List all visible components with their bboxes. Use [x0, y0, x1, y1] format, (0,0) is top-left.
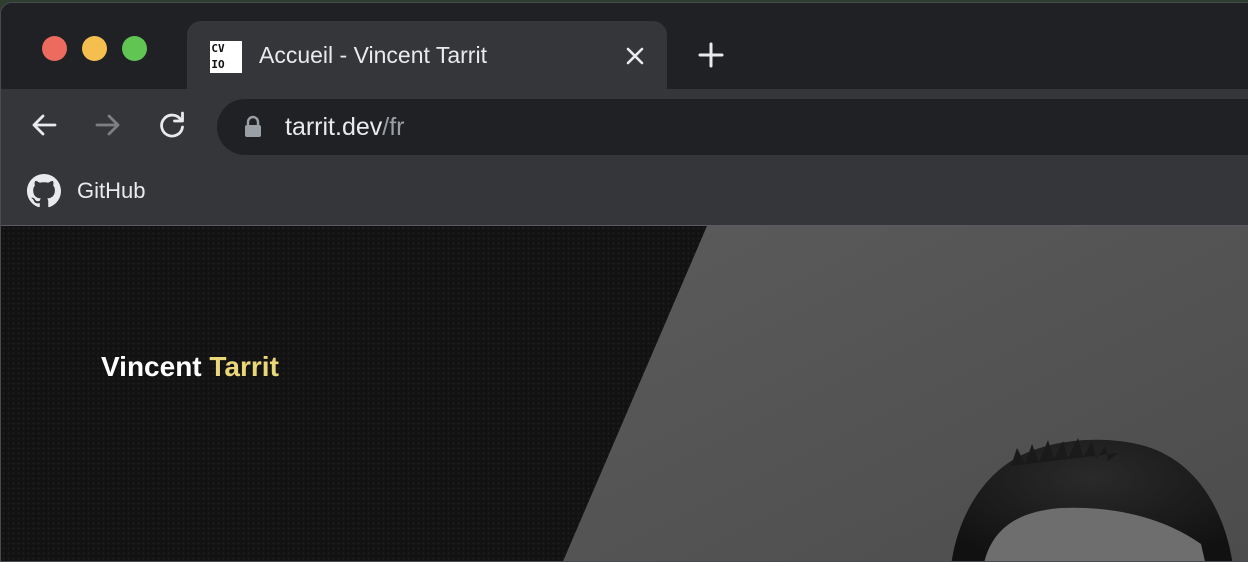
close-icon[interactable] — [623, 44, 647, 68]
tab-title: Accueil - Vincent Tarrit — [259, 42, 487, 68]
toolbar: tarrit.dev/fr — [1, 89, 1248, 157]
tab-active[interactable]: CV IO Accueil - Vincent Tarrit — [187, 21, 667, 89]
close-window-button[interactable] — [42, 36, 67, 61]
page-content: Vincent Tarrit — [1, 226, 1248, 561]
reload-icon[interactable] — [157, 110, 187, 140]
minimize-window-button[interactable] — [82, 36, 107, 61]
site-title-first: Vincent — [101, 351, 202, 382]
favicon-text-bottom: IO — [211, 58, 225, 71]
favicon-text-top: CV — [211, 42, 225, 55]
url-host: tarrit.dev — [285, 113, 383, 141]
lock-icon[interactable] — [243, 115, 263, 139]
favicon: CV IO — [210, 41, 242, 73]
plus-icon[interactable] — [697, 41, 725, 69]
bookmark-label: GitHub — [77, 178, 146, 203]
address-bar[interactable]: tarrit.dev/fr — [217, 99, 1248, 155]
site-title-last: Tarrit — [209, 351, 279, 382]
site-title[interactable]: Vincent Tarrit — [101, 351, 279, 383]
browser-window: CV IO Accueil - Vincent Tarrit tarrit.de… — [0, 2, 1248, 562]
bookmarks-bar: GitHub — [1, 157, 1248, 226]
url-path: /fr — [382, 113, 405, 141]
github-icon — [27, 174, 61, 208]
url-text[interactable]: tarrit.dev/fr — [285, 113, 404, 142]
maximize-window-button[interactable] — [122, 36, 147, 61]
arrow-left-icon[interactable] — [29, 110, 59, 140]
arrow-right-icon[interactable] — [93, 110, 123, 140]
bookmark-github[interactable]: GitHub — [27, 173, 145, 209]
tab-strip: CV IO Accueil - Vincent Tarrit — [1, 3, 1248, 89]
portrait-photo — [563, 226, 1248, 561]
